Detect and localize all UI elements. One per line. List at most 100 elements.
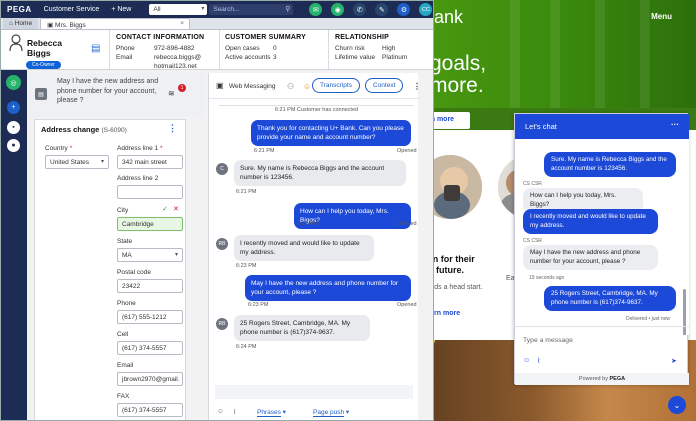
customer-name: Rebecca Biggs [27,38,62,58]
customer-header: Rebecca Biggs Co-Owner ▤ CONTACT INFORMA… [1,30,433,70]
new-button[interactable]: + New [111,6,131,13]
city-input[interactable]: Cambridge [117,217,183,231]
audio-wave-icon[interactable]: ≋ [168,89,175,98]
message-time: 6:22 PM [297,221,318,227]
visitor-message: I recently moved and would like to updat… [523,209,658,234]
addr1-label: Address line 1 * [117,145,163,152]
close-icon[interactable]: ✕ [173,205,179,213]
relationship-title: RELATIONSHIP [335,34,389,41]
country-select[interactable]: United States ▾ [45,155,109,169]
sender-label: CS CSR [523,238,542,244]
person-icon [9,34,23,52]
chat-icon[interactable]: ◉ [331,3,345,16]
tab-home[interactable]: ⌂ Home [3,18,39,29]
state-label: State [117,238,133,245]
chat-widget-header: Let's chat ··· [515,114,689,139]
phone-input[interactable]: (617) 555-1212 [117,310,183,324]
active-accounts-key: Active accounts [225,54,271,61]
message-time: 6:23 PM [248,302,269,308]
address-line-2-input[interactable] [117,185,183,199]
powered-by: Powered by PEGA [515,373,689,385]
notification-badge: 1 [178,84,186,92]
more-options-icon[interactable]: ⋮ [413,82,421,91]
fax-input[interactable]: (617) 374-5557 [117,403,183,417]
customer-summary: CUSTOMER SUMMARY Open cases 0 Active acco… [225,34,306,62]
send-icon[interactable]: ➤ [671,357,677,365]
widget-message-placeholder: Type a message [523,337,573,344]
ltv-key: Lifetime value [335,54,376,61]
chevron-down-icon: ▾ [174,252,178,258]
role-badge: Co-Owner [26,61,61,69]
app-name[interactable]: Customer Service [44,6,100,13]
emoji-icon[interactable]: ☺ [523,357,530,364]
workspace-tabs: ⌂ Home ▣ Mrs. Biggs × [1,18,433,30]
widget-composer[interactable]: Type a message ☺ ⌇ ➤ [515,326,689,373]
channel-name: Web Messaging [229,83,276,90]
message-icon: ▤ [35,88,47,100]
more-actions-icon[interactable]: ⋮ [168,123,177,134]
page-push-label: Page push [313,409,345,417]
message-composer[interactable] [215,385,413,399]
contact-title: CONTACT INFORMATION [116,34,205,41]
phone-icon[interactable]: ✆ [353,3,367,16]
chat-toggle-button[interactable]: ⌄ [668,396,686,414]
email-input[interactable]: jbrown2970@gmail. [117,372,183,386]
suggested-response[interactable]: ▤ May I have the new address and phone n… [28,73,204,117]
context-button[interactable]: Context [365,78,404,93]
screen: ank Menu goals, more. ian for their futu… [0,0,696,421]
attach-icon[interactable]: ⌇ [537,357,540,365]
email-label: Email [117,362,134,369]
top-navigation-bar: PEGA Customer Service + New All ▾ Search.… [1,1,433,18]
emoji-icon[interactable]: ☺ [217,408,224,415]
person-icon[interactable]: ⚇ [287,82,294,91]
email-value: rebecca.biggs@ [154,54,202,61]
notes-icon[interactable]: ▪ [7,121,20,134]
agent-message: Thank you for contacting U+ Bank. Can yo… [251,120,411,146]
form-title: Address change (S-6090) [41,125,127,134]
attach-icon[interactable]: ⌇ [233,408,236,416]
settings-icon[interactable]: ⚙ [397,3,411,16]
relationship: RELATIONSHIP Churn risk High Lifetime val… [335,34,407,62]
postal-code-input[interactable]: 23422 [117,279,183,293]
search-input[interactable]: Search... ⚲ [209,4,294,15]
message-status: Opened [397,148,417,154]
addr1-label-text: Address line 1 [117,145,159,152]
phrases-button[interactable]: Phrases ▾ [257,408,286,417]
address-line-1-input[interactable]: 342 main street [117,155,183,169]
delivery-status: Delivered • just now [626,316,670,322]
smiley-icon[interactable]: ☺ [303,82,311,91]
compose-icon[interactable]: ✎ [375,3,389,16]
user-avatar[interactable]: CC [419,3,433,16]
transcripts-button[interactable]: Transcripts [312,78,360,93]
hero-heading: goals, more. [430,53,486,97]
cell-input[interactable]: (617) 374-5557 [117,341,183,355]
agent-message: May I have the new address and phone num… [245,275,411,301]
check-icon[interactable]: ✓ [162,205,168,213]
message-status: Opened [397,302,417,308]
page-push-button[interactable]: Page push ▾ [313,408,349,417]
state-value: MA [122,252,132,259]
message-time: 6:23 PM [236,263,257,269]
state-select[interactable]: MA ▾ [117,248,183,262]
close-icon[interactable]: × [180,20,184,27]
menu-link[interactable]: Menu [651,12,672,21]
search-scope-select[interactable]: All ▾ [149,4,208,15]
summary-title: CUSTOMER SUMMARY [225,34,306,41]
more-options-icon[interactable]: ··· [671,120,679,129]
chat-icon[interactable]: ◎ [6,75,21,90]
message-time: 6:21 PM [254,148,275,154]
add-icon[interactable]: + [7,101,20,114]
tab-customer[interactable]: ▣ Mrs. Biggs × [40,18,191,29]
customer-avatar: RB [216,318,228,330]
phone-key: Phone [116,45,135,52]
comment-icon[interactable]: ● [7,139,20,152]
chat-bubble-icon: ▣ [216,81,224,90]
hero-line-2: more. [430,74,484,97]
clipboard-icon[interactable]: ▤ [91,43,100,54]
email-icon[interactable]: ✉ [309,3,323,16]
message-time: 6:24 PM [236,344,257,350]
chat-widget-title: Let's chat [525,122,557,131]
email-value-cont: hotmail123.net [154,63,197,70]
composer-toolbar: ☺ ⌇ Phrases ▾ Page push ▾ [209,406,419,420]
customer-message: Sure. My name is Rebecca Biggs and the a… [234,160,406,186]
